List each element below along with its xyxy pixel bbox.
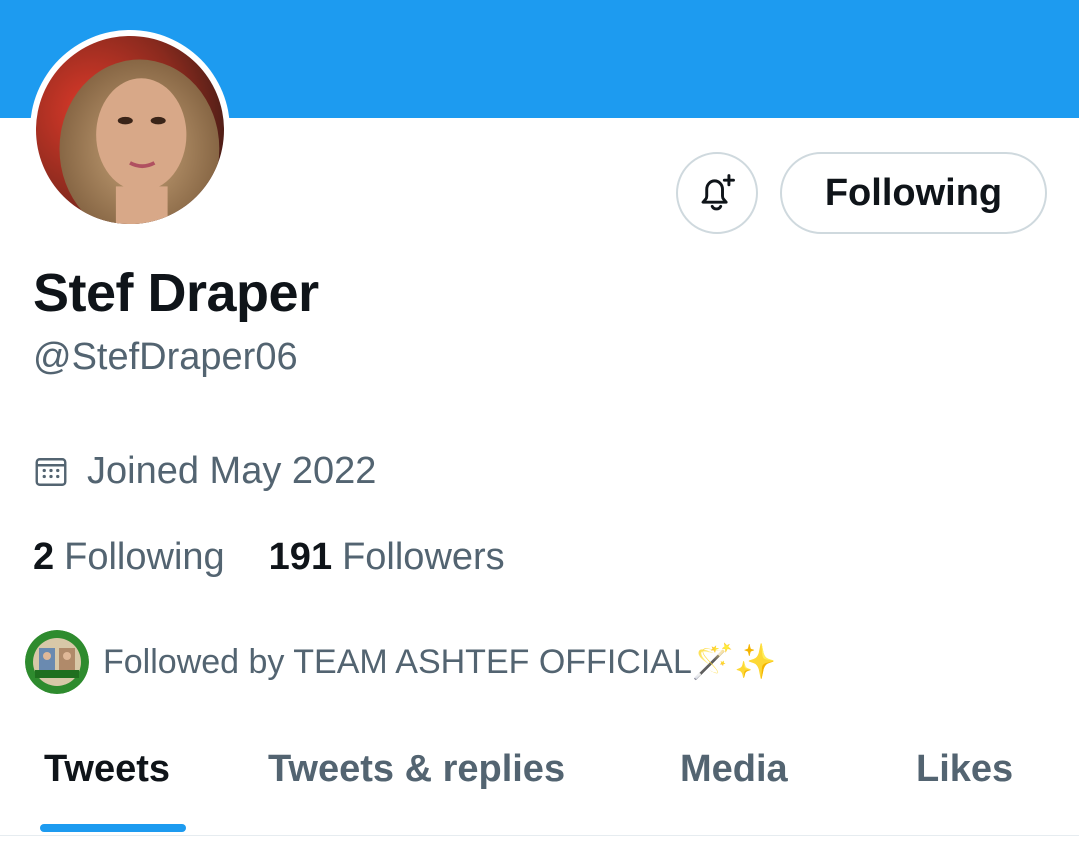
followers-label: Followers <box>342 536 505 578</box>
avatar-photo <box>36 36 224 224</box>
profile-tabs: Tweets Tweets & replies Media Likes <box>0 728 1079 836</box>
profile-handle: @StefDraper06 <box>33 336 298 378</box>
profile-page: Following Stef Draper @StefDraper06 Join… <box>0 0 1079 848</box>
team-avatar-photo <box>25 630 89 694</box>
following-label: Following <box>64 536 225 578</box>
following-stat-link[interactable]: 2 Following <box>33 536 225 579</box>
tab-tweets[interactable]: Tweets <box>44 748 170 791</box>
followers-count: 191 <box>268 536 333 578</box>
following-count: 2 <box>33 536 55 578</box>
avatar-image <box>36 36 224 224</box>
calendar-icon <box>35 457 67 486</box>
followers-stat-link[interactable]: 191 Followers <box>269 536 505 579</box>
tab-likes[interactable]: Likes <box>916 748 1013 791</box>
joined-date: Joined May 2022 <box>33 450 376 493</box>
following-button[interactable]: Following <box>780 152 1047 234</box>
profile-avatar[interactable] <box>30 30 230 230</box>
tab-tweets-and-replies[interactable]: Tweets & replies <box>268 748 565 791</box>
notify-button[interactable] <box>676 152 758 234</box>
profile-name: Stef Draper <box>33 263 319 323</box>
follow-stats: 2 Following 191 Followers <box>33 536 505 579</box>
followed-by-link[interactable]: Followed by TEAM ASHTEF OFFICIAL🪄✨ <box>25 630 777 694</box>
joined-text: Joined May 2022 <box>87 450 377 492</box>
bell-plus-icon <box>701 174 735 211</box>
follower-avatar <box>25 630 89 694</box>
active-tab-indicator <box>40 824 186 832</box>
followed-by-text: Followed by TEAM ASHTEF OFFICIAL🪄✨ <box>103 643 777 681</box>
tab-media[interactable]: Media <box>680 748 788 791</box>
